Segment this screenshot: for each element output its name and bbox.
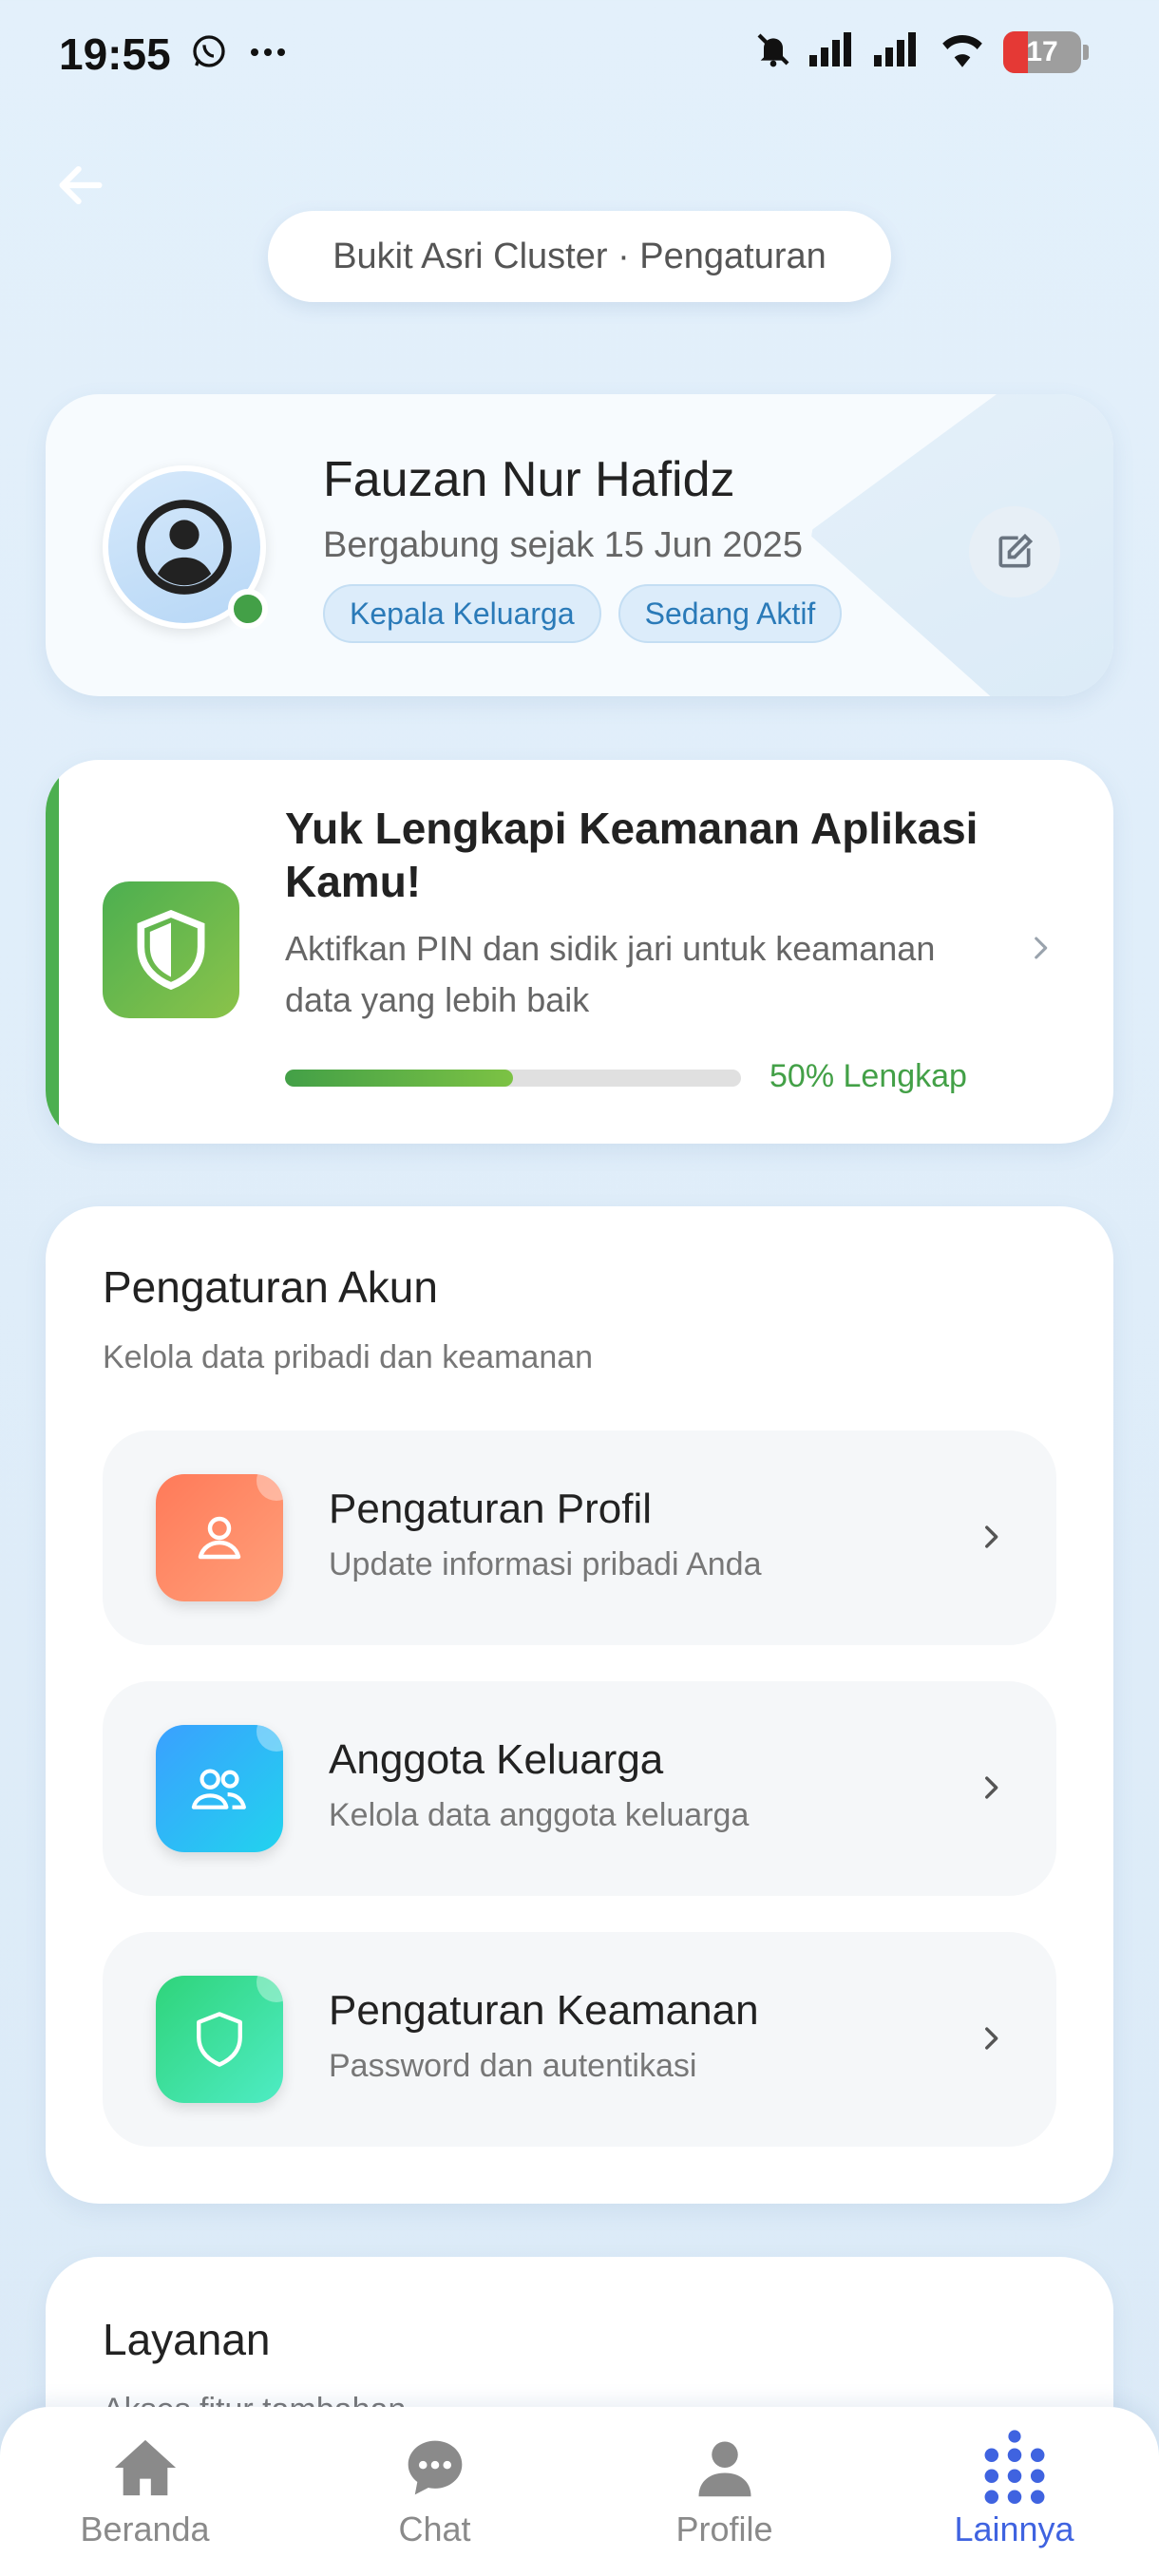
security-progress-label: 50% Lengkap (770, 1058, 967, 1094)
security-banner[interactable]: Yuk Lengkapi Keamanan Aplikasi Kamu! Akt… (46, 760, 1113, 1144)
home-icon (107, 2434, 183, 2502)
shield-icon (156, 1976, 283, 2103)
person-icon (687, 2434, 763, 2502)
menu-item-title: Pengaturan Keamanan (329, 1987, 759, 2034)
online-status-dot (228, 589, 268, 629)
battery-icon: 17 (1003, 30, 1081, 73)
account-settings-subtitle: Kelola data pribadi dan keamanan (103, 1339, 594, 1375)
nav-item-more[interactable]: Lainnya (869, 2407, 1159, 2576)
wifi-icon (939, 31, 986, 72)
grid-dots-icon (977, 2430, 1053, 2505)
nav-label: Profile (675, 2510, 773, 2548)
profile-joined-date: Bergabung sejak 15 Jun 2025 (323, 525, 803, 565)
menu-item-title: Anggota Keluarga (329, 1736, 664, 1783)
user-icon (156, 1474, 283, 1601)
badge-status: Sedang Aktif (618, 584, 843, 643)
security-banner-title: Yuk Lengkapi Keamanan Aplikasi Kamu! (285, 804, 978, 906)
menu-item-subtitle: Password dan autentikasi (329, 2048, 697, 2084)
nav-item-chat[interactable]: Chat (290, 2407, 580, 2576)
arrow-left-icon (59, 165, 103, 205)
edit-icon (998, 533, 1034, 568)
menu-item-subtitle: Kelola data anggota keluarga (329, 1797, 750, 1833)
shield-badge (103, 881, 239, 1018)
battery-level: 17 (1026, 35, 1058, 67)
signal-icon (874, 32, 922, 71)
account-settings-title: Pengaturan Akun (103, 1262, 438, 1312)
security-progress-fill (285, 1070, 513, 1087)
page-title: Bukit Asri Cluster · Pengaturan (268, 211, 891, 302)
menu-item-subtitle: Update informasi pribadi Anda (329, 1546, 762, 1582)
signal-icon (809, 32, 857, 71)
chevron-right-icon (975, 1767, 1007, 1813)
chevron-right-icon (975, 1516, 1007, 1563)
shield-icon (137, 910, 205, 990)
security-banner-description: Aktifkan PIN dan sidik jari untuk keaman… (285, 929, 936, 1019)
profile-badges: Kepala Keluarga Sedang Aktif (323, 584, 843, 643)
services-title: Layanan (103, 2315, 271, 2364)
nav-label: Lainnya (954, 2510, 1074, 2548)
profile-name: Fauzan Nur Hafidz (323, 452, 735, 507)
security-progress-bar (285, 1070, 741, 1087)
mute-bell-icon (754, 28, 792, 75)
badge-role: Kepala Keluarga (323, 584, 601, 643)
nav-item-profile[interactable]: Profile (580, 2407, 869, 2576)
user-circle-icon (137, 500, 232, 595)
menu-item-security-settings[interactable]: Pengaturan Keamanan Password dan autenti… (103, 1932, 1056, 2147)
nav-item-home[interactable]: Beranda (0, 2407, 290, 2576)
nav-label: Beranda (80, 2510, 210, 2548)
back-button[interactable] (48, 152, 114, 218)
bottom-nav: Beranda Chat Profile Lainnya (0, 2407, 1159, 2576)
more-dots-icon (249, 46, 287, 63)
status-time: 19:55 (59, 29, 171, 79)
menu-item-profile-settings[interactable]: Pengaturan Profil Update informasi priba… (103, 1430, 1056, 1645)
menu-item-family-members[interactable]: Anggota Keluarga Kelola data anggota kel… (103, 1681, 1056, 1896)
nav-label: Chat (398, 2510, 471, 2548)
menu-item-title: Pengaturan Profil (329, 1486, 652, 1532)
whatsapp-icon (190, 32, 228, 75)
profile-card: Fauzan Nur Hafidz Bergabung sejak 15 Jun… (46, 394, 1113, 696)
chat-icon (397, 2434, 473, 2502)
chevron-right-icon (1024, 927, 1056, 974)
status-bar: 19:55 17 (0, 0, 1159, 106)
edit-profile-button[interactable] (969, 506, 1060, 597)
chevron-right-icon (975, 2017, 1007, 2064)
account-settings-card: Pengaturan Akun Kelola data pribadi dan … (46, 1206, 1113, 2204)
users-icon (156, 1725, 283, 1852)
